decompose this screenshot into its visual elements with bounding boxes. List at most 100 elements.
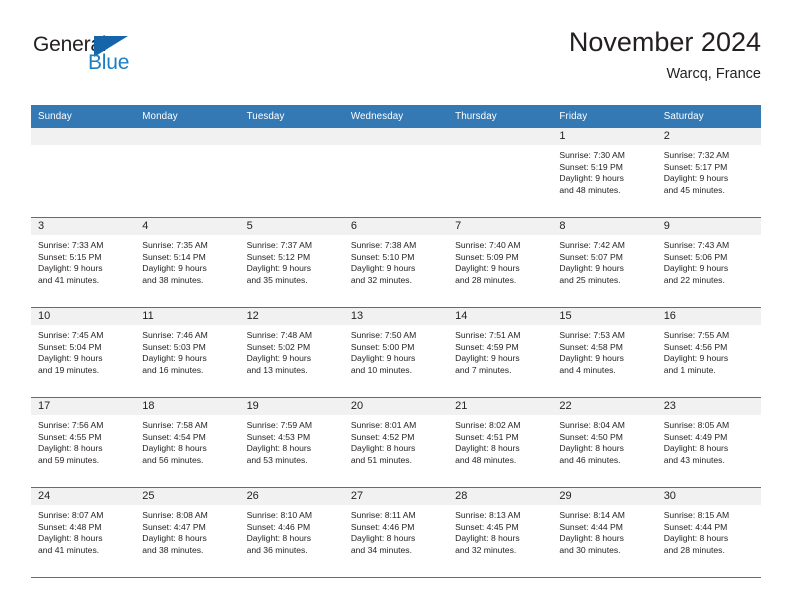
calendar-day-cell[interactable]: 21 Sunrise: 8:02 AM Sunset: 4:51 PM Dayligh… [448,397,553,488]
page-header: General Blue November 2024 Warcq, France [31,26,761,92]
day-number: 6 [343,218,449,235]
calendar-day-cell[interactable]: 7 Sunrise: 7:40 AM Sunset: 5:09 PM Daylight… [448,217,553,308]
day-details: Sunrise: 8:13 AM Sunset: 4:45 PM Daylight:… [448,505,552,556]
calendar-day-cell[interactable]: 30 Sunrise: 8:15 AM Sunset: 4:44 PM Dayligh… [656,487,761,578]
daylight-duration-line2: and 19 minutes. [38,364,100,375]
calendar-day-cell[interactable]: 11 Sunrise: 7:46 AM Sunset: 5:03 PM Dayligh… [135,307,240,398]
calendar-day-cell[interactable]: 8 Sunrise: 7:42 AM Sunset: 5:07 PM Daylight… [552,217,657,308]
sunrise-time: Sunrise: 8:07 AM [38,510,104,520]
calendar-page: General Blue November 2024 Warcq, France… [0,0,792,612]
sunset-time: Sunset: 4:46 PM [350,521,415,532]
sunset-time: Sunset: 4:44 PM [663,521,728,532]
day-number: 11 [135,308,240,325]
daylight-duration-line2: and 4 minutes. [559,364,616,375]
calendar-day-cell[interactable]: 18 Sunrise: 7:58 AM Sunset: 4:54 PM Dayligh… [135,397,240,488]
sunrise-time: Sunrise: 8:11 AM [350,510,416,520]
sunrise-time: Sunrise: 7:46 AM [142,330,208,340]
calendar-day-cell[interactable]: 25 Sunrise: 8:08 AM Sunset: 4:47 PM Dayligh… [135,487,240,578]
sunrise-time: Sunrise: 7:37 AM [246,240,313,250]
day-number: 16 [656,308,761,325]
calendar-cell-empty[interactable] [135,128,240,218]
calendar-cell-empty[interactable] [239,128,344,218]
daylight-duration-line2: and 35 minutes. [246,274,308,285]
calendar-cell-empty[interactable] [448,128,553,218]
day-details: Sunrise: 8:07 AM Sunset: 4:48 PM Daylight:… [31,505,135,556]
sunset-time: Sunset: 5:09 PM [455,251,519,262]
daylight-duration-line1: Daylight: 8 hours [38,533,103,544]
calendar-day-cell[interactable]: 23 Sunrise: 8:05 AM Sunset: 4:49 PM Dayligh… [656,397,761,488]
calendar-day-cell[interactable]: 20 Sunrise: 8:01 AM Sunset: 4:52 PM Dayligh… [343,397,449,488]
page-title: November 2024 [568,27,761,57]
calendar-day-cell[interactable]: 12 Sunrise: 7:48 AM Sunset: 5:02 PM Dayligh… [239,307,344,398]
sunset-time: Sunset: 5:10 PM [350,251,415,262]
day-details: Sunrise: 8:04 AM Sunset: 4:50 PM Daylight:… [552,415,656,466]
calendar-day-cell[interactable]: 4 Sunrise: 7:35 AM Sunset: 5:14 PM Daylight… [135,217,240,308]
sunrise-time: Sunrise: 8:08 AM [142,510,208,520]
calendar-day-cell[interactable]: 9 Sunrise: 7:43 AM Sunset: 5:06 PM Daylight… [656,217,761,308]
day-number: 7 [448,218,553,235]
location-subtitle: Warcq, France [666,66,761,82]
day-details: Sunrise: 7:50 AM Sunset: 5:00 PM Daylight:… [344,325,448,376]
calendar-day-cell[interactable]: 10 Sunrise: 7:45 AM Sunset: 5:04 PM Dayligh… [31,307,136,398]
sunset-time: Sunset: 4:53 PM [246,431,311,442]
calendar-day-cell[interactable]: 27 Sunrise: 8:11 AM Sunset: 4:46 PM Dayligh… [343,487,449,578]
calendar-day-cell[interactable]: 22 Sunrise: 8:04 AM Sunset: 4:50 PM Dayligh… [552,397,657,488]
sunset-time: Sunset: 4:52 PM [350,431,415,442]
calendar-day-cell[interactable]: 1 Sunrise: 7:30 AM Sunset: 5:19 PM Daylight… [552,128,657,218]
sunrise-time: Sunrise: 8:04 AM [559,420,625,430]
calendar-week-row: 24 Sunrise: 8:07 AM Sunset: 4:48 PM Dayligh… [31,487,761,578]
daylight-duration-line2: and 36 minutes. [246,544,308,555]
calendar-day-cell[interactable]: 14 Sunrise: 7:51 AM Sunset: 4:59 PM Dayligh… [448,307,553,398]
daylight-duration-line2: and 10 minutes. [350,364,412,375]
calendar-day-cell[interactable]: 6 Sunrise: 7:38 AM Sunset: 5:10 PM Daylight… [343,217,449,308]
sunrise-time: Sunrise: 7:51 AM [455,330,521,340]
calendar-day-cell[interactable]: 13 Sunrise: 7:50 AM Sunset: 5:00 PM Dayligh… [343,307,449,398]
day-details: Sunrise: 7:56 AM Sunset: 4:55 PM Daylight:… [31,415,135,466]
daylight-duration-line2: and 38 minutes. [142,274,204,285]
sunset-time: Sunset: 5:03 PM [142,341,206,352]
calendar-day-cell[interactable]: 2 Sunrise: 7:32 AM Sunset: 5:17 PM Daylight… [656,128,761,218]
day-details: Sunrise: 8:14 AM Sunset: 4:44 PM Daylight:… [552,505,656,556]
sunset-time: Sunset: 4:46 PM [246,521,311,532]
sunset-time: Sunset: 5:12 PM [246,251,311,262]
calendar-day-cell[interactable]: 5 Sunrise: 7:37 AM Sunset: 5:12 PM Daylight… [239,217,344,308]
brand-name-blue: Blue [88,51,130,74]
sunrise-time: Sunrise: 7:42 AM [559,240,625,250]
daylight-duration-line1: Daylight: 9 hours [246,353,312,364]
daylight-duration-line1: Daylight: 8 hours [663,443,729,454]
daylight-duration-line2: and 38 minutes. [142,544,204,555]
sunrise-time: Sunrise: 7:50 AM [350,330,417,340]
daylight-duration-line1: Daylight: 9 hours [38,353,103,364]
sunset-time: Sunset: 5:19 PM [559,161,623,172]
calendar-cell-empty[interactable] [343,128,449,218]
daylight-duration-line1: Daylight: 9 hours [559,353,624,364]
day-number: 8 [552,218,657,235]
calendar-day-cell[interactable]: 24 Sunrise: 8:07 AM Sunset: 4:48 PM Dayligh… [31,487,136,578]
sunset-time: Sunset: 5:00 PM [350,341,415,352]
day-number: 18 [135,398,240,415]
day-number [135,128,240,145]
calendar-day-cell[interactable]: 16 Sunrise: 7:55 AM Sunset: 4:56 PM Dayligh… [656,307,761,398]
sunset-time: Sunset: 5:15 PM [38,251,102,262]
day-number: 4 [135,218,240,235]
weekday-header-row: Sunday Monday Tuesday Wednesday Thursday… [31,105,761,128]
calendar-day-cell[interactable]: 15 Sunrise: 7:53 AM Sunset: 4:58 PM Dayligh… [552,307,657,398]
calendar-day-cell[interactable]: 29 Sunrise: 8:14 AM Sunset: 4:44 PM Dayligh… [552,487,657,578]
brand-logo[interactable]: General Blue [31,34,211,90]
day-details: Sunrise: 8:10 AM Sunset: 4:46 PM Daylight:… [240,505,344,556]
weekday-header-sunday: Sunday [31,105,136,128]
daylight-duration-line1: Daylight: 8 hours [38,443,103,454]
calendar-day-cell[interactable]: 3 Sunrise: 7:33 AM Sunset: 5:15 PM Daylight… [31,217,136,308]
calendar-day-cell[interactable]: 28 Sunrise: 8:13 AM Sunset: 4:45 PM Dayligh… [448,487,553,578]
day-number: 24 [31,488,136,505]
daylight-duration-line2: and 45 minutes. [663,184,725,195]
weekday-header-friday: Friday [552,105,657,128]
daylight-duration-line2: and 59 minutes. [38,454,100,465]
calendar-day-cell[interactable]: 19 Sunrise: 7:59 AM Sunset: 4:53 PM Dayligh… [239,397,344,488]
daylight-duration-line2: and 51 minutes. [350,454,412,465]
calendar-cell-empty[interactable] [31,128,136,218]
day-details: Sunrise: 7:37 AM Sunset: 5:12 PM Daylight:… [240,235,344,286]
calendar-day-cell[interactable]: 26 Sunrise: 8:10 AM Sunset: 4:46 PM Dayligh… [239,487,344,578]
daylight-duration-line1: Daylight: 9 hours [142,353,207,364]
calendar-day-cell[interactable]: 17 Sunrise: 7:56 AM Sunset: 4:55 PM Dayligh… [31,397,136,488]
